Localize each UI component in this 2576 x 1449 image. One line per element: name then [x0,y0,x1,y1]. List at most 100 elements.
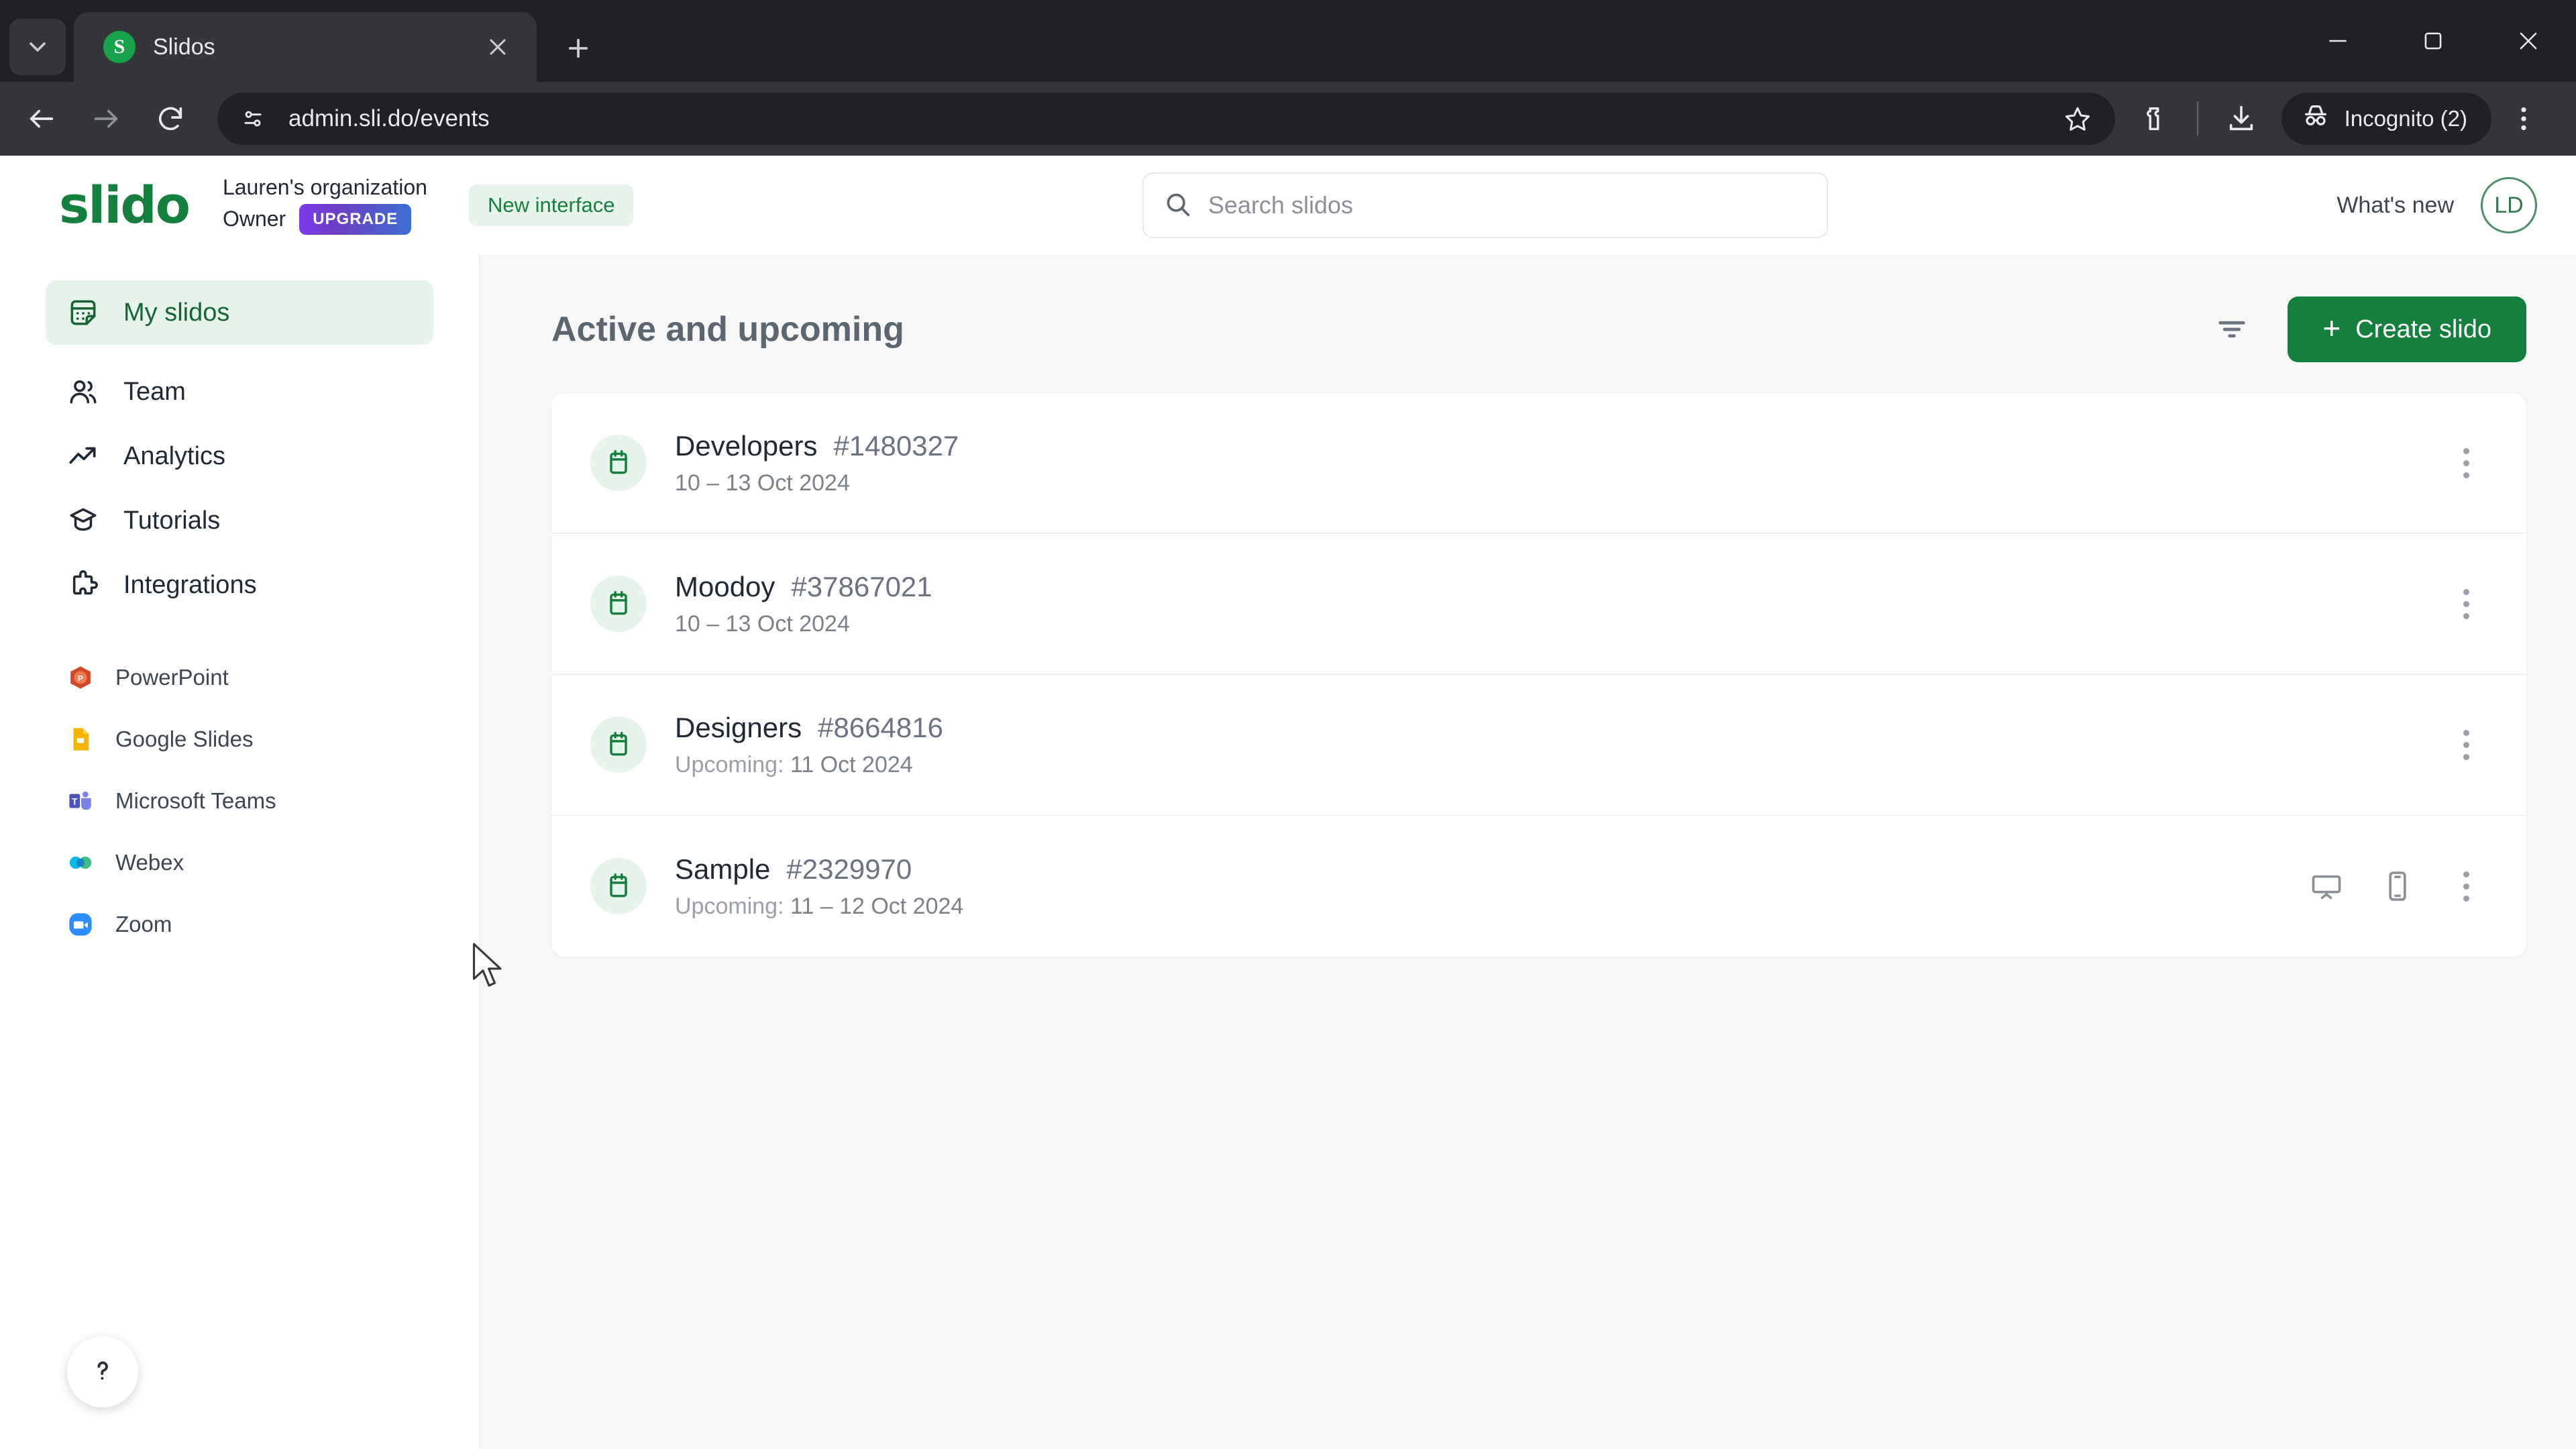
sidebar-item-label: My slidos [123,298,230,327]
maximize-icon[interactable] [2385,0,2481,82]
forward-arrow-icon[interactable] [74,87,138,151]
sidebar-item-label: Tutorials [123,506,221,535]
new-tab-button[interactable] [551,21,605,75]
upgrade-badge[interactable]: UPGRADE [299,203,412,235]
event-actions [2445,720,2487,769]
google-slides-icon [66,724,95,754]
event-date-value: 11 Oct 2024 [790,751,913,777]
main-header: Active and upcoming + Create slido [551,297,2526,362]
kebab-menu-icon[interactable] [2445,439,2487,487]
event-title-line: Designers #8664816 [675,712,2445,744]
event-name: Designers [675,711,802,743]
calendar-icon [590,435,647,491]
app-label: Webex [115,850,184,875]
event-date-prefix: Upcoming: [675,893,790,919]
create-slido-button[interactable]: + Create slido [2288,297,2526,362]
app-item-microsoft-teams[interactable]: T Microsoft Teams [46,775,433,826]
app-item-google-slides[interactable]: Google Slides [46,714,433,765]
kebab-menu-icon[interactable] [2445,862,2487,910]
incognito-profile-button[interactable]: Incognito (2) [2281,93,2491,145]
teams-icon: T [66,786,95,816]
present-screen-icon[interactable] [2302,862,2351,910]
app-label: Zoom [115,912,172,936]
event-text: Moodoy #37867021 10 – 13 Oct 2024 [675,571,2445,637]
people-icon [66,374,101,409]
kebab-menu-icon[interactable] [2445,720,2487,769]
header-right: What's new LD [2337,177,2537,233]
event-actions [2445,580,2487,628]
search-input[interactable]: Search slidos [1142,172,1828,238]
table-row[interactable]: Sample #2329970 Upcoming: 11 – 12 Oct 20… [551,816,2526,957]
event-date-value: 10 – 13 Oct 2024 [675,610,850,637]
app-item-powerpoint[interactable]: P PowerPoint [46,652,433,703]
sidebar: My slidos Team Analytics Tutorials Integ… [0,255,480,1449]
event-date: 10 – 13 Oct 2024 [675,470,2445,496]
minimize-icon[interactable] [2290,0,2385,82]
back-arrow-icon[interactable] [9,87,74,151]
event-title-line: Sample #2329970 [675,853,2302,885]
app-header: slido Lauren's organization Owner UPGRAD… [0,156,2576,255]
organization-role-row: Owner UPGRADE [222,203,427,235]
sidebar-item-label: Integrations [123,570,257,599]
incognito-icon [2300,101,2331,137]
toolbar-divider [2196,101,2198,136]
app-item-webex[interactable]: Webex [46,837,433,888]
tab-strip: S Slidos [0,0,2576,82]
help-question-icon [87,1354,119,1390]
event-date: Upcoming: 11 – 12 Oct 2024 [675,894,2302,920]
avatar[interactable]: LD [2481,177,2537,233]
table-row[interactable]: Moodoy #37867021 10 – 13 Oct 2024 [551,534,2526,675]
event-actions [2302,862,2487,910]
url-text: admin.sli.do/events [288,105,490,131]
close-icon[interactable] [479,28,517,66]
app-item-zoom[interactable]: Zoom [46,899,433,950]
organization-name: Lauren's organization [222,175,427,200]
three-dot-menu-icon[interactable] [2491,87,2556,151]
event-list: Developers #1480327 10 – 13 Oct 2024 Moo… [551,393,2526,957]
event-name: Developers [675,429,818,462]
slido-logo[interactable]: slido [59,180,191,231]
browser-tab[interactable]: S Slidos [74,12,537,82]
download-icon[interactable] [2209,87,2273,151]
star-icon[interactable] [2052,93,2103,144]
address-bar[interactable]: admin.sli.do/events [217,93,2115,145]
powerpoint-icon: P [66,663,95,692]
browser-toolbar: admin.sli.do/events Incognito (2) [0,82,2576,156]
sidebar-item-my-slidos[interactable]: My slidos [46,280,433,345]
table-row[interactable]: Developers #1480327 10 – 13 Oct 2024 [551,393,2526,534]
tab-search-icon[interactable] [9,19,66,75]
event-date-value: 11 – 12 Oct 2024 [790,893,964,919]
new-interface-button[interactable]: New interface [468,184,634,226]
organization-role: Owner [222,207,286,231]
table-row[interactable]: Designers #8664816 Upcoming: 11 Oct 2024 [551,675,2526,816]
plus-icon: + [2322,311,2341,345]
event-code: #2329970 [786,853,912,885]
tab-favicon-icon: S [103,31,136,63]
event-date-prefix: Upcoming: [675,751,790,777]
page-title: Active and upcoming [551,310,904,349]
sidebar-item-team[interactable]: Team [46,360,433,424]
sidebar-item-integrations[interactable]: Integrations [46,553,433,617]
browser-window: S Slidos admin.sli.do/events Incognito (… [0,0,2576,1449]
calendar-grid-icon [66,295,101,330]
mobile-device-icon[interactable] [2373,862,2422,910]
event-date: Upcoming: 11 Oct 2024 [675,752,2445,778]
integration-apps-list: P PowerPoint Google Slides T Microsoft T… [0,652,479,950]
calendar-icon [590,576,647,632]
filter-icon[interactable] [2207,305,2257,354]
trend-up-icon [66,439,101,474]
webex-icon [66,848,95,877]
sidebar-item-tutorials[interactable]: Tutorials [46,488,433,553]
help-button[interactable] [67,1336,138,1407]
sidebar-item-analytics[interactable]: Analytics [46,424,433,488]
sidebar-item-label: Team [123,377,186,406]
kebab-menu-icon[interactable] [2445,580,2487,628]
window-close-icon[interactable] [2481,0,2576,82]
svg-text:P: P [78,674,83,683]
whats-new-button[interactable]: What's new [2337,193,2454,219]
reload-icon[interactable] [138,87,203,151]
event-name: Moodoy [675,570,775,602]
site-settings-icon[interactable] [232,98,274,140]
extensions-icon[interactable] [2122,87,2186,151]
